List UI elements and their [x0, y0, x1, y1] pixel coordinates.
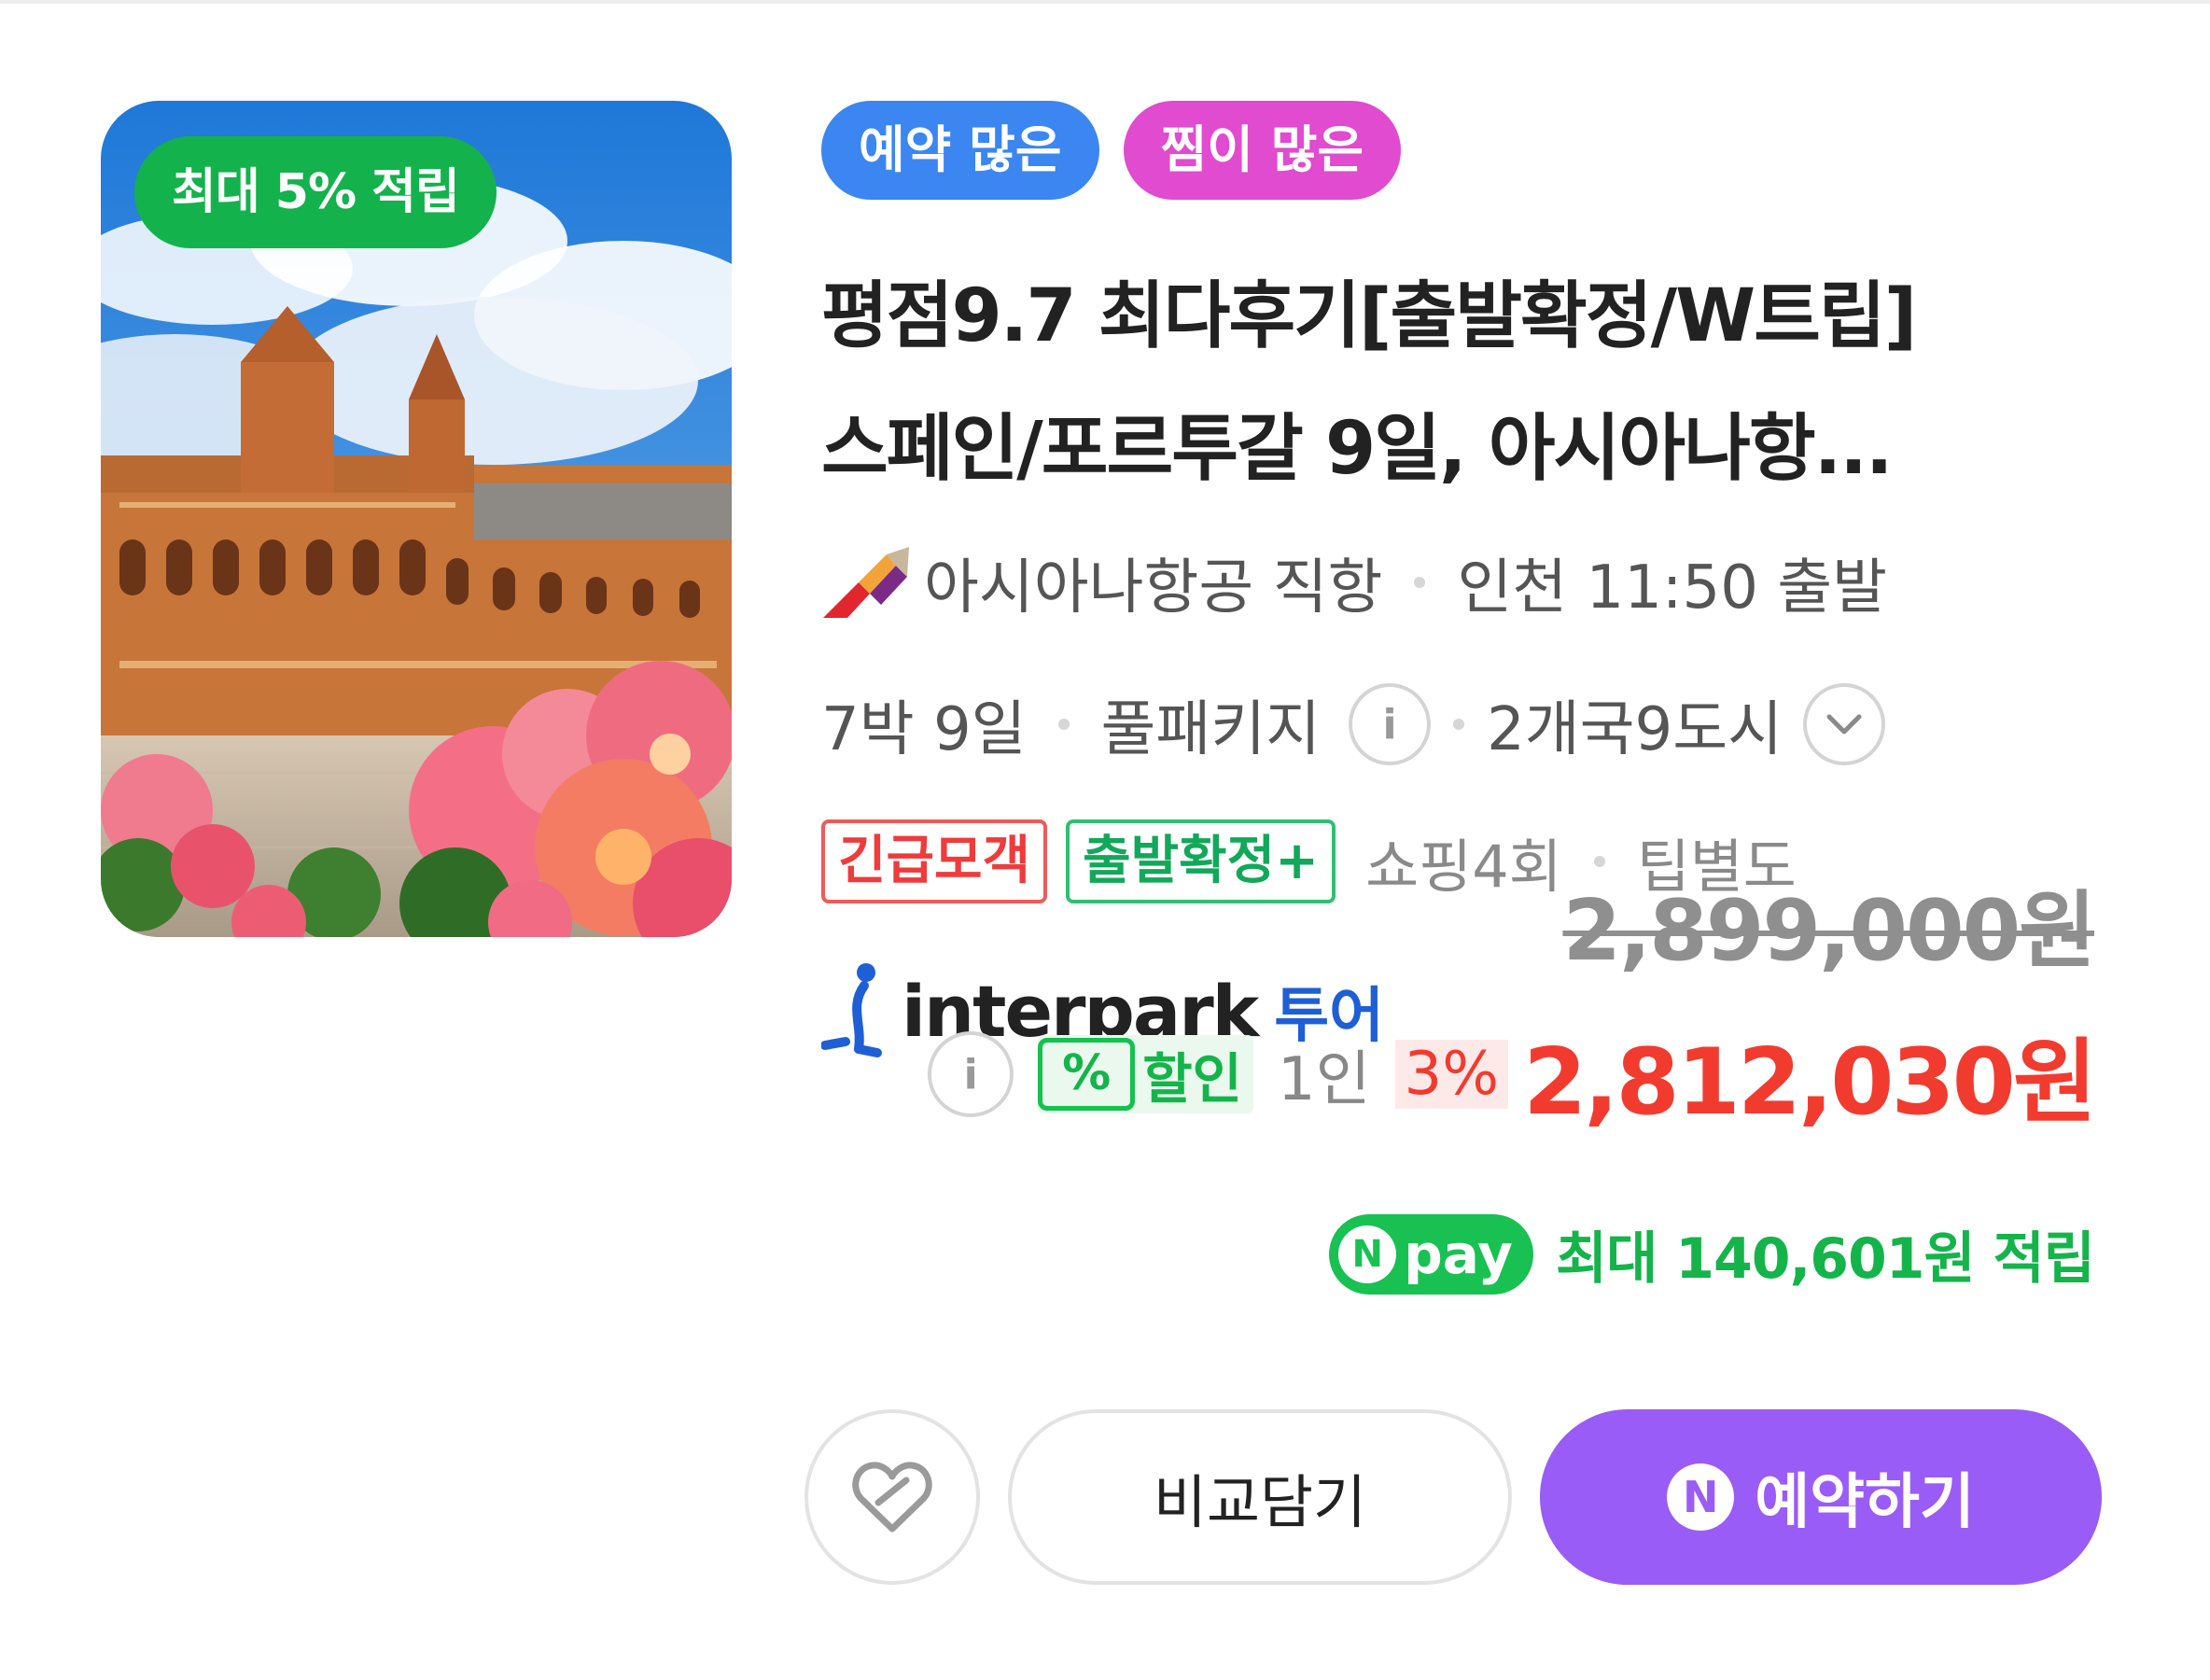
confirmed-label: 출발확정+ — [1066, 819, 1336, 903]
shopping-count: 쇼핑4회 — [1365, 833, 1562, 901]
final-price: 2,812,030원 — [1523, 1029, 2097, 1136]
trip-type: 풀패키지 — [1100, 695, 1322, 764]
per-person-label: 1인 — [1277, 1045, 1371, 1114]
compare-button[interactable]: 비교담기 — [1008, 1409, 1512, 1585]
info-icon[interactable]: i — [1349, 683, 1432, 765]
product-info: 예약 많은 찜이 많은 평점9.7 최다후기[출발확정/W트립] 스페인/포르투… — [821, 101, 2109, 1057]
asiana-logo-icon — [823, 547, 909, 618]
product-title[interactable]: 평점9.7 최다후기[출발확정/W트립] 스페인/포르투갈 9일, 아시아나항.… — [821, 250, 2091, 515]
discount-text: 할인 — [1142, 1047, 1242, 1111]
price-row: i % 할인 1인 3% 2,812,030원 — [928, 1008, 2097, 1141]
product-title-line1: 평점9.7 최다후기[출발확정/W트립] — [821, 274, 1917, 358]
trip-duration: 7박 9일 — [821, 695, 1027, 764]
discount-label: % 할인 — [1038, 1035, 1253, 1113]
product-title-line2: 스페인/포르투갈 9일, 아시아나항... — [821, 407, 1893, 491]
top-divider — [0, 0, 2210, 4]
separator-dot — [1453, 719, 1465, 730]
naver-n-icon: N — [1667, 1463, 1735, 1531]
tag-list: 예약 많은 찜이 많은 — [821, 101, 2109, 200]
separator-dot — [1057, 719, 1070, 730]
action-bar: 비교담기 N 예약하기 — [804, 1409, 2102, 1585]
heart-icon — [852, 1462, 932, 1533]
discount-percent: 3% — [1394, 1040, 1509, 1109]
product-thumbnail[interactable]: 최대 5% 적립 — [101, 101, 732, 937]
chevron-down-icon[interactable] — [1803, 683, 1886, 765]
discount-icon: % — [1038, 1038, 1136, 1111]
airline-name: 아시아나항공 직항 — [924, 553, 1383, 623]
separator-dot — [1414, 577, 1426, 588]
wishlist-button[interactable] — [804, 1409, 980, 1585]
trip-cities: 2개국9도시 — [1487, 695, 1783, 764]
tag-popular-wishlist: 찜이 많은 — [1123, 101, 1402, 200]
npay-badge: N pay — [1329, 1213, 1533, 1295]
departure-time: 인천 11:50 출발 — [1457, 553, 1888, 623]
book-button-label: 예약하기 — [1755, 1468, 1975, 1537]
interpark-logo-icon — [821, 963, 882, 1057]
trip-info: 7박 9일 풀패키지 i 2개국9도시 — [821, 681, 1886, 767]
flight-info: 아시아나항공 직항 인천 11:50 출발 — [821, 539, 1887, 625]
npay-pay-text: pay — [1404, 1222, 1513, 1286]
reward-badge: 최대 5% 적립 — [134, 136, 497, 248]
urgent-label: 긴급모객 — [821, 819, 1048, 903]
price-info-icon[interactable]: i — [928, 1031, 1014, 1117]
book-button[interactable]: N 예약하기 — [1540, 1409, 2102, 1585]
npay-reward-text: 최대 140,601원 적립 — [1555, 1226, 2095, 1292]
npay-reward-row: N pay 최대 140,601원 적립 — [1329, 1213, 2095, 1295]
npay-n-icon: N — [1338, 1225, 1397, 1283]
original-price: 2,899,000원 — [1562, 882, 2096, 980]
tag-popular-booking: 예약 많은 — [821, 101, 1099, 200]
